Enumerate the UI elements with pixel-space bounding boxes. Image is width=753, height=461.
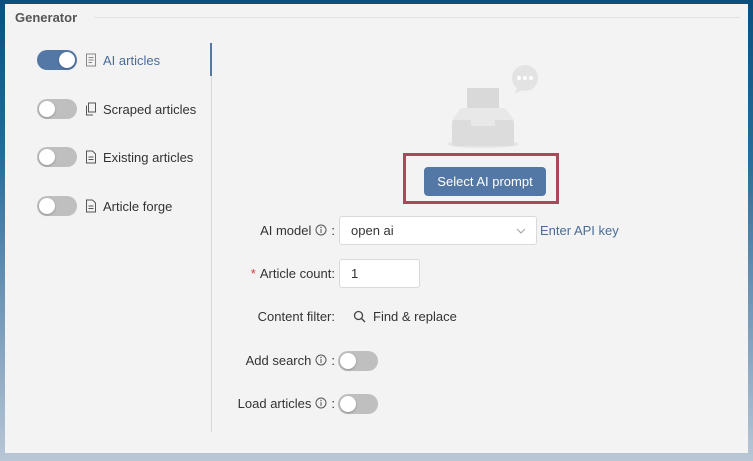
ai-model-label: AI model (260, 222, 312, 238)
required-mark: * (250, 265, 256, 281)
load-articles-label: Load articles (237, 395, 312, 411)
copy-icon (85, 102, 97, 116)
info-icon[interactable] (315, 224, 327, 236)
article-count-input[interactable] (339, 259, 420, 288)
active-tab-indicator (210, 43, 212, 76)
add-search-label: Add search (245, 352, 312, 368)
content-filter-label: Content filter: (257, 308, 335, 324)
scraped-articles-toggle[interactable] (37, 99, 77, 119)
colon: : (331, 222, 335, 238)
sidebar-item-article-forge[interactable]: Article forge (37, 194, 172, 218)
ai-model-select[interactable]: open ai (339, 216, 537, 245)
colon: : (331, 395, 335, 411)
ai-model-value: open ai (351, 223, 394, 238)
chevron-down-icon (515, 225, 527, 237)
info-icon[interactable] (315, 354, 327, 366)
empty-inbox-illustration (447, 62, 547, 152)
section-title: Generator (15, 10, 78, 25)
file-icon (85, 199, 97, 213)
content-filter-label-row: Content filter: (205, 302, 335, 330)
info-icon[interactable] (315, 397, 327, 409)
section-divider (94, 17, 740, 18)
load-articles-toggle[interactable] (338, 394, 378, 414)
add-search-toggle[interactable] (338, 351, 378, 371)
sidebar-item-existing-articles[interactable]: Existing articles (37, 145, 193, 169)
sidebar-item-scraped-articles[interactable]: Scraped articles (37, 97, 196, 121)
sidebar-item-label: AI articles (103, 52, 161, 68)
find-replace-button[interactable]: Find & replace (353, 309, 457, 324)
colon: : (331, 352, 335, 368)
article-forge-toggle[interactable] (37, 196, 77, 216)
ai-model-label-row: AI model : (205, 216, 335, 244)
sidebar-item-ai-articles[interactable]: AI articles (37, 48, 160, 72)
load-articles-label-row: Load articles : (205, 389, 335, 417)
ai-articles-toggle[interactable] (37, 50, 77, 70)
select-ai-prompt-button[interactable]: Select AI prompt (424, 167, 546, 196)
sidebar-item-label: Article forge (103, 198, 173, 214)
existing-articles-toggle[interactable] (37, 147, 77, 167)
enter-api-key-link[interactable]: Enter API key (540, 223, 619, 238)
article-count-label: Article count: (259, 265, 335, 281)
sidebar-item-label: Existing articles (103, 149, 194, 165)
search-icon (353, 310, 366, 323)
sidebar-item-label: Scraped articles (103, 101, 197, 117)
add-search-label-row: Add search : (205, 346, 335, 374)
file-icon (85, 150, 97, 164)
generator-panel: Generator AI articles Scraped articles E… (5, 4, 748, 453)
article-count-label-row: * Article count: (205, 259, 335, 287)
document-icon (85, 53, 97, 67)
find-replace-label: Find & replace (373, 309, 457, 324)
